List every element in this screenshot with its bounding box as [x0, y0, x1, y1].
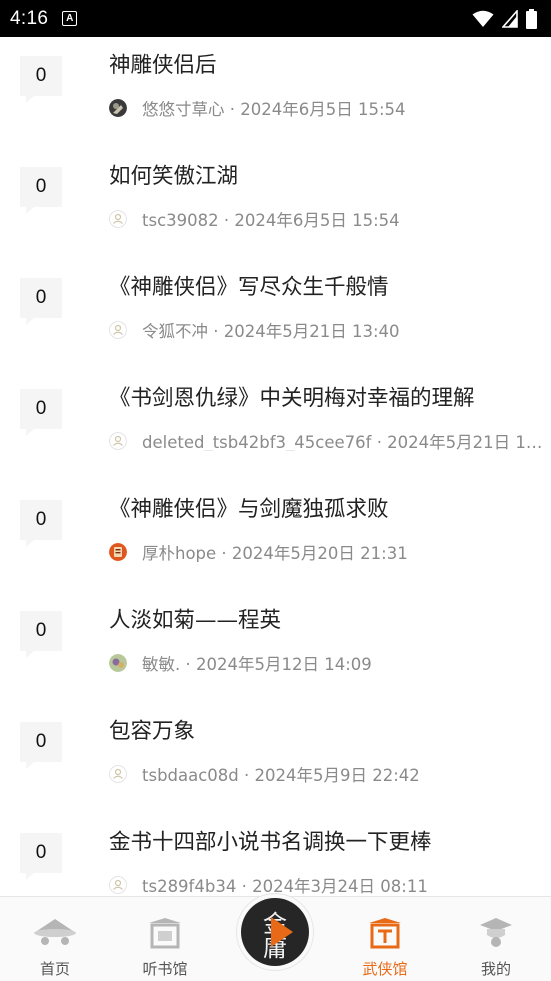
wuxia-hall-icon — [369, 918, 401, 949]
nav-label: 我的 — [480, 960, 511, 978]
article-title[interactable]: 如何笑傲江湖 — [109, 159, 541, 190]
author-date: ts289f4b34 · 2024年3月24日 08:11 — [142, 877, 428, 895]
status-icons — [472, 8, 537, 29]
reply-count-badge: 0 — [20, 833, 62, 880]
signal-icon — [502, 9, 518, 28]
article-title[interactable]: 《神雕侠侣》与剑魔独孤求败 — [109, 492, 541, 523]
list-item[interactable]: 0 《书剑恩仇绿》中关明梅对幸福的理解 deleted_tsb42bf3_45c… — [0, 337, 551, 451]
nav-listen-hall[interactable]: 听书馆 — [125, 897, 205, 981]
status-bar: 4:16 A — [0, 0, 551, 37]
status-time: 4:16 — [10, 7, 49, 29]
list-item[interactable]: 0 如何笑傲江湖 tsc39082 · 2024年6月5日 15:54 — [0, 115, 551, 229]
center-play-button[interactable]: 金 庸 — [236, 893, 314, 971]
listen-hall-icon — [149, 918, 181, 949]
reply-count-badge: 0 — [20, 389, 62, 436]
list-item[interactable]: 0 人淡如菊——程英 敏敏. · 2024年5月12日 14:09 — [0, 559, 551, 673]
article-meta: ts289f4b34 · 2024年3月24日 08:11 — [109, 875, 551, 895]
list-item[interactable]: 0 金书十四部小说书名调换一下更棒 ts289f4b34 · 2024年3月24… — [0, 781, 551, 895]
article-title[interactable]: 神雕侠侣后 — [109, 48, 541, 79]
nav-label: 首页 — [39, 960, 70, 978]
nav-label: 听书馆 — [142, 960, 188, 978]
reply-count-badge: 0 — [20, 611, 62, 658]
article-title[interactable]: 《书剑恩仇绿》中关明梅对幸福的理解 — [109, 381, 541, 412]
nav-label: 武侠馆 — [362, 960, 408, 978]
accessibility-a-icon: A — [62, 11, 78, 26]
list-item[interactable]: 0 《神雕侠侣》写尽众生千般情 令狐不冲 · 2024年5月21日 13:40 — [0, 226, 551, 340]
home-hat-icon — [34, 919, 76, 945]
reply-count-badge: 0 — [20, 278, 62, 325]
jinyong-play-icon: 金 庸 — [241, 898, 309, 966]
reply-count-badge: 0 — [20, 167, 62, 214]
jinyong-play-graphic: 金 庸 — [263, 910, 293, 962]
article-title[interactable]: 《神雕侠侣》写尽众生千般情 — [109, 270, 541, 301]
nav-profile[interactable]: 我的 — [456, 897, 536, 981]
article-title[interactable]: 金书十四部小说书名调换一下更棒 — [109, 825, 541, 856]
reply-count-badge: 0 — [20, 500, 62, 547]
reply-count-badge: 0 — [20, 56, 62, 103]
article-title[interactable]: 包容万象 — [109, 714, 541, 745]
article-title[interactable]: 人淡如菊——程英 — [109, 603, 541, 634]
nav-home[interactable]: 首页 — [15, 897, 95, 981]
list-item[interactable]: 0 《神雕侠侣》与剑魔独孤求败 厚朴hope · 2024年5月20日 21:3… — [0, 448, 551, 562]
list-item[interactable]: 0 包容万象 tsbdaac08d · 2024年5月9日 22:42 — [0, 670, 551, 784]
wifi-icon — [472, 10, 494, 27]
nav-wuxia-hall[interactable]: 武侠馆 — [345, 897, 425, 981]
article-list[interactable]: 0 神雕侠侣后 悠悠寸草心 · 2024年6月5日 15:54 0 如何笑傲江湖… — [0, 37, 551, 896]
default-avatar-icon[interactable] — [109, 876, 127, 894]
reply-count-badge: 0 — [20, 722, 62, 769]
list-item[interactable]: 0 神雕侠侣后 悠悠寸草心 · 2024年6月5日 15:54 — [0, 37, 551, 118]
battery-icon — [526, 8, 537, 29]
profile-icon — [480, 918, 512, 947]
